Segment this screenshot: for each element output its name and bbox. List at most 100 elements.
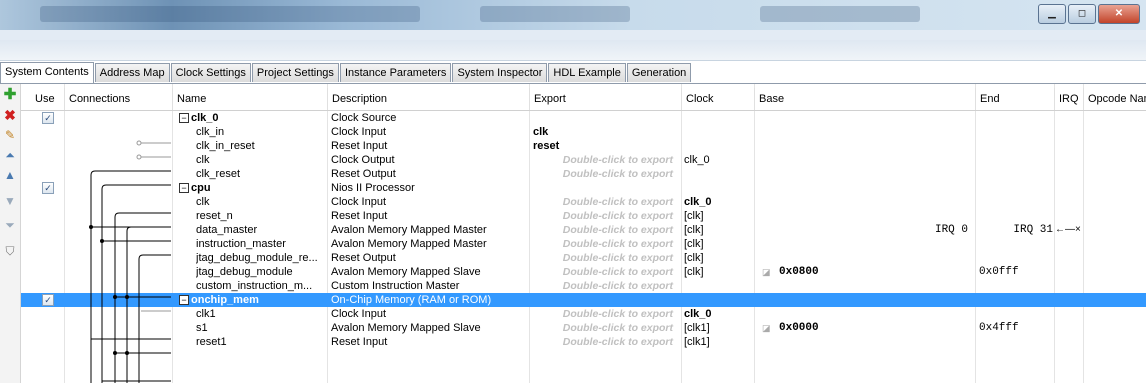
conn-dot (100, 239, 104, 243)
export-cell[interactable]: Double-click to export (533, 265, 677, 279)
tab-address-map[interactable]: Address Map (94, 63, 170, 82)
export-cell[interactable]: Double-click to export (533, 209, 677, 223)
clock-cell[interactable]: clk_0 (684, 195, 752, 209)
col-opcode-name[interactable]: Opcode Nam (1083, 88, 1146, 110)
clock-cell[interactable] (684, 139, 752, 153)
clock-cell[interactable]: [clk] (684, 251, 752, 265)
edit-icon[interactable]: ✎ (3, 128, 17, 142)
col-name[interactable]: Name (172, 88, 327, 110)
export-cell[interactable]: Double-click to export (533, 251, 677, 265)
component-name: clk1 (196, 308, 216, 320)
clock-cell[interactable]: [clk] (684, 209, 752, 223)
clock-cell[interactable]: [clk] (684, 237, 752, 251)
col-description[interactable]: Description (327, 88, 529, 110)
move-up-icon[interactable]: ▲ (3, 168, 17, 182)
collapse-icon[interactable]: − (179, 295, 189, 305)
clock-cell[interactable]: [clk1] (684, 321, 752, 335)
end-address[interactable]: 0x0fff (979, 265, 1051, 279)
use-checkbox[interactable]: ✓ (42, 182, 54, 194)
export-cell[interactable]: Double-click to export (533, 153, 677, 167)
export-cell[interactable]: Double-click to export (533, 279, 677, 293)
component-description: Nios II Processor (331, 182, 415, 194)
tab-system-contents[interactable]: System Contents (0, 62, 94, 83)
collapse-icon[interactable]: − (179, 183, 189, 193)
use-checkbox[interactable]: ✓ (42, 294, 54, 306)
collapse-icon[interactable]: − (179, 113, 189, 123)
export-cell[interactable]: Double-click to export (533, 223, 677, 237)
clock-cell[interactable] (684, 279, 752, 293)
col-clock[interactable]: Clock (681, 88, 754, 110)
interface-row[interactable]: data_master Avalon Memory Mapped Master Do… (21, 223, 1146, 237)
base-address[interactable]: 0x0800 (779, 265, 929, 279)
component-row[interactable]: ✓ − onchip_mem On-Chip Memory (RAM or ROM) (21, 293, 1146, 307)
col-base[interactable]: Base (754, 88, 975, 110)
minimize-button[interactable]: ▁ (1038, 4, 1066, 24)
tab-hdl-example[interactable]: HDL Example (548, 63, 626, 82)
interface-row[interactable]: clk Clock Output Double-click to export clk… (21, 153, 1146, 167)
clock-cell[interactable] (684, 125, 752, 139)
clock-cell[interactable] (684, 181, 752, 195)
export-cell[interactable] (533, 181, 679, 195)
clock-cell[interactable]: clk_0 (684, 307, 752, 321)
export-cell[interactable]: clk (533, 125, 679, 139)
clock-cell[interactable]: [clk1] (684, 335, 752, 349)
col-use[interactable]: Use (31, 88, 63, 110)
irq-range-start: IRQ 0 (934, 224, 968, 236)
clock-cell[interactable]: [clk] (684, 265, 752, 279)
conn-dot (125, 351, 129, 355)
tab-project-settings[interactable]: Project Settings (251, 63, 339, 82)
interface-row[interactable]: clk_in Clock Input clk (21, 125, 1146, 139)
base-address[interactable]: 0x0000 (779, 321, 929, 335)
col-export[interactable]: Export (529, 88, 681, 110)
export-cell[interactable]: Double-click to export (533, 195, 677, 209)
export-cell[interactable]: Double-click to export (533, 335, 677, 349)
interface-row[interactable]: reset1 Reset Input Double-click to export [… (21, 335, 1146, 349)
lock-icon[interactable]: ◪ (762, 321, 772, 335)
interface-row[interactable]: reset_n Reset Input Double-click to export… (21, 209, 1146, 223)
maximize-button[interactable]: ◻ (1068, 4, 1096, 24)
export-cell[interactable]: Double-click to export (533, 237, 677, 251)
export-cell[interactable]: Double-click to export (533, 307, 677, 321)
tab-instance-parameters[interactable]: Instance Parameters (339, 63, 452, 82)
clock-cell[interactable] (684, 167, 752, 181)
export-cell[interactable]: Double-click to export (533, 321, 677, 335)
interface-row[interactable]: jtag_debug_module Avalon Memory Mapped Sl… (21, 265, 1146, 279)
interface-row[interactable]: jtag_debug_module_re... Reset Output Doubl… (21, 251, 1146, 265)
end-address[interactable]: 0x4fff (979, 321, 1051, 335)
component-row[interactable]: ✓ − clk_0 Clock Source (21, 111, 1146, 125)
move-down-icon[interactable]: ▼ (3, 194, 17, 208)
interface-row[interactable]: clk_reset Reset Output Double-click to exp… (21, 167, 1146, 181)
export-cell[interactable] (533, 293, 679, 307)
component-row[interactable]: ✓ − cpu Nios II Processor (21, 181, 1146, 195)
remove-icon[interactable]: ✖ (3, 108, 17, 122)
filter-icon[interactable]: ⛉ (3, 244, 17, 258)
add-icon[interactable]: ✚ (3, 87, 17, 102)
clock-cell[interactable]: clk_0 (684, 153, 752, 167)
clock-cell[interactable]: [clk] (684, 223, 752, 237)
use-checkbox[interactable]: ✓ (42, 112, 54, 124)
interface-row[interactable]: clk Clock Input Double-click to export clk_… (21, 195, 1146, 209)
col-end[interactable]: End (975, 88, 1054, 110)
tab-system-inspector[interactable]: System Inspector (452, 63, 548, 82)
interface-row[interactable]: instruction_master Avalon Memory Mapped M… (21, 237, 1146, 251)
interface-row[interactable]: clk_in_reset Reset Input reset (21, 139, 1146, 153)
col-irq[interactable]: IRQ (1054, 88, 1083, 110)
component-name: onchip_mem (191, 294, 259, 306)
export-cell[interactable] (533, 111, 679, 125)
interface-row[interactable]: custom_instruction_m... Custom Instructio… (21, 279, 1146, 293)
lock-icon[interactable]: ◪ (762, 265, 772, 279)
tab-generation[interactable]: Generation (626, 63, 692, 82)
component-description: Clock Input (331, 196, 387, 208)
close-button[interactable]: ✕ (1098, 4, 1140, 24)
irq-connector[interactable]: ←—× (1055, 223, 1083, 237)
move-bottom-icon[interactable]: ⏷ (3, 218, 17, 232)
menubar (0, 30, 1146, 40)
export-cell[interactable]: Double-click to export (533, 167, 677, 181)
export-cell[interactable]: reset (533, 139, 679, 153)
interface-row[interactable]: s1 Avalon Memory Mapped Slave Double-click… (21, 321, 1146, 335)
move-top-icon[interactable]: ⏶ (3, 148, 17, 162)
clock-cell[interactable] (684, 293, 752, 307)
clock-cell[interactable] (684, 111, 752, 125)
interface-row[interactable]: clk1 Clock Input Double-click to export clk… (21, 307, 1146, 321)
tab-clock-settings[interactable]: Clock Settings (170, 63, 251, 82)
